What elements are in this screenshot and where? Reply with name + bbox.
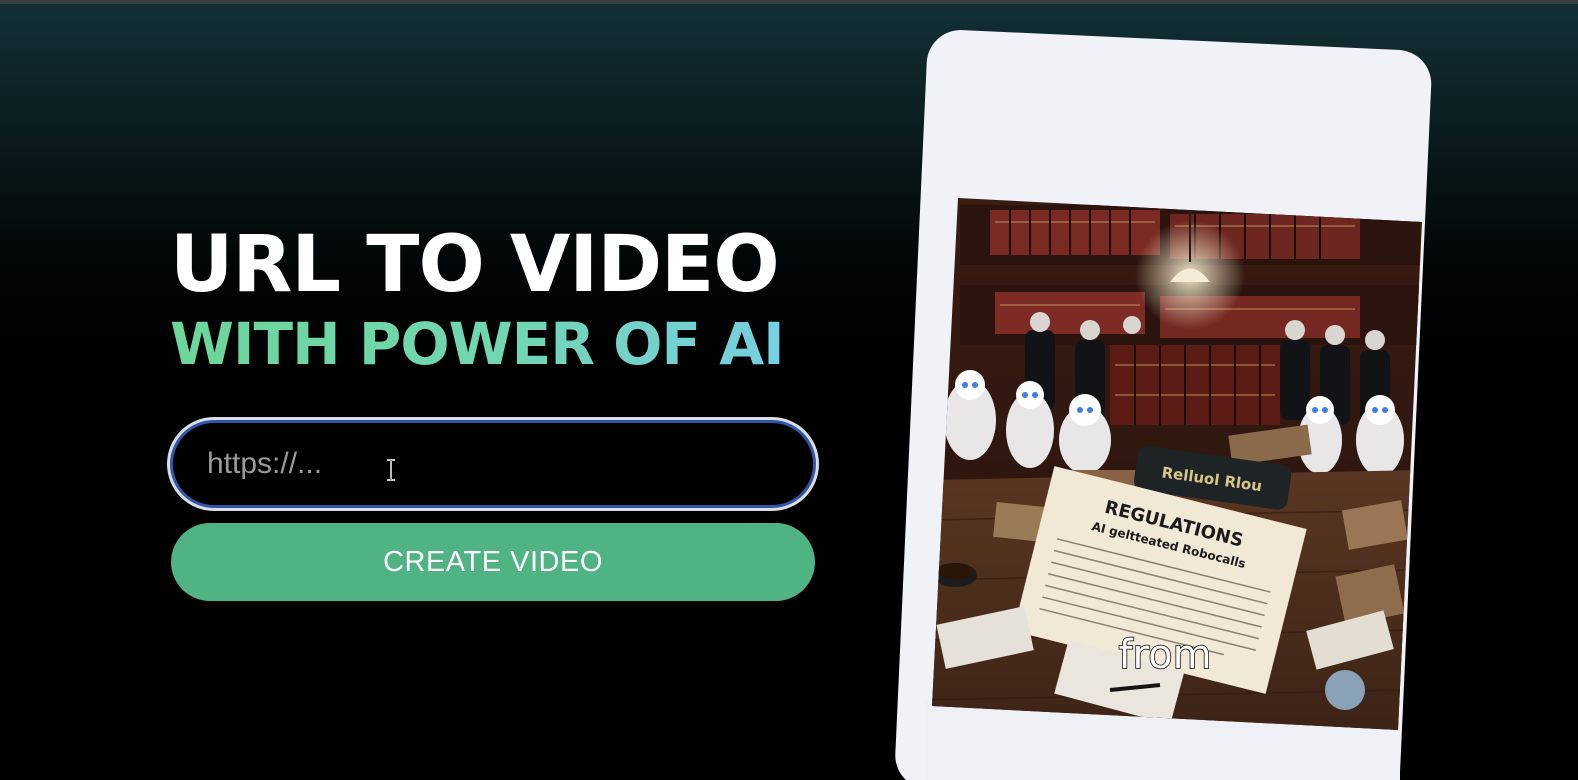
hero-headline: URL TO VIDEO WITH POWER OF AI (170, 220, 785, 380)
url-input[interactable] (170, 420, 816, 508)
hero-title: URL TO VIDEO (170, 220, 780, 310)
text-cursor-icon (387, 459, 395, 481)
window-top-strip (0, 0, 1578, 4)
hero-subtitle: WITH POWER OF AI (170, 310, 785, 378)
video-preview-card-bottom (925, 700, 1400, 780)
create-video-button[interactable]: CREATE VIDEO (171, 523, 815, 601)
video-preview-card (893, 28, 1433, 780)
landing-page: URL TO VIDEO WITH POWER OF AI CREATE VID… (0, 0, 1578, 780)
